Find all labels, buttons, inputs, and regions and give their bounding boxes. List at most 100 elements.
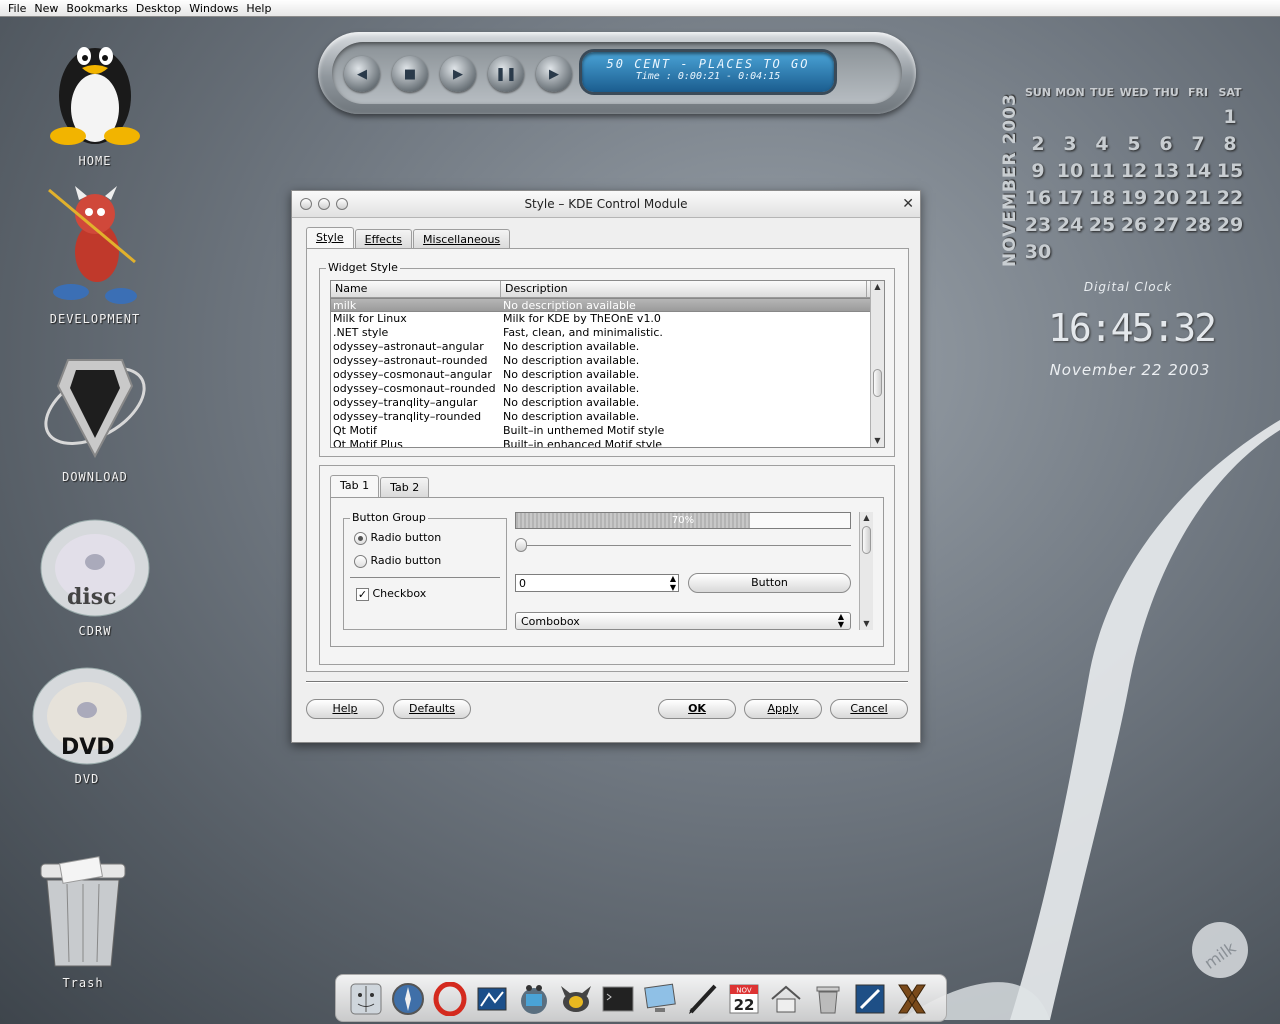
calendar-day[interactable]: 29 [1214,214,1246,241]
calendar-day[interactable]: 5 [1118,133,1150,160]
calendar-day[interactable]: 22 [1214,187,1246,214]
menu-windows[interactable]: Windows [185,2,242,15]
dialog-titlebar[interactable]: Style – KDE Control Module ✕ [292,191,920,218]
desktop-icon-home[interactable]: HOME [30,26,160,168]
scroll-up-icon[interactable]: ▲ [871,281,884,293]
list-item[interactable]: odyssey–astronaut–angular No description … [331,340,884,354]
menu-help[interactable]: Help [242,2,275,15]
calendar-day[interactable]: 2 [1022,133,1054,160]
list-item[interactable]: .NET style Fast, clean, and minimalistic. [331,326,884,340]
play-button[interactable]: ▶ [440,56,476,92]
list-item[interactable]: odyssey–tranqlity–angular No description … [331,396,884,410]
calendar-day[interactable] [1022,106,1054,133]
slider-handle[interactable] [515,538,527,552]
menu-file[interactable]: File [4,2,30,15]
calendar-day[interactable]: 19 [1118,187,1150,214]
calendar-day[interactable] [1086,241,1118,268]
menu-bookmarks[interactable]: Bookmarks [62,2,131,15]
preview-scrollbar[interactable]: ▲ ▼ [859,512,873,630]
calendar-day[interactable]: 17 [1054,187,1086,214]
calendar-day[interactable]: 18 [1086,187,1118,214]
desktop-icon-cdrw[interactable]: disc CDRW [30,518,160,638]
tab-1[interactable]: Tab 1 [330,475,380,497]
calendar-day[interactable]: 10 [1054,160,1086,187]
calendar-day[interactable]: 23 [1022,214,1054,241]
calendar-day[interactable] [1086,106,1118,133]
calendar-day[interactable]: 27 [1150,214,1182,241]
calendar-day[interactable]: 11 [1086,160,1118,187]
calendar-day[interactable]: 9 [1022,160,1054,187]
list-item[interactable]: milk No description available [331,298,884,312]
list-item[interactable]: odyssey–cosmonaut–rounded No description … [331,382,884,396]
calendar-day[interactable]: 25 [1086,214,1118,241]
calendar-day[interactable]: 21 [1182,187,1214,214]
calendar-day[interactable]: 7 [1182,133,1214,160]
prev-button[interactable]: ◀ [344,56,380,92]
listview-scrollbar[interactable]: ▲ ▼ [870,281,884,447]
kde-control-icon[interactable] [852,981,888,1017]
list-item[interactable]: odyssey–tranqlity–rounded No description … [331,410,884,424]
calendar-day[interactable] [1150,241,1182,268]
calendar-day[interactable]: 1 [1214,106,1246,133]
preview-button[interactable]: Button [688,573,851,593]
gimp-icon[interactable] [558,981,594,1017]
spin-box[interactable]: 0 ▲ ▼ [515,574,679,592]
tab-style[interactable]: Style [306,227,354,249]
menu-desktop[interactable]: Desktop [132,2,185,15]
monitor-icon[interactable] [642,981,678,1017]
combobox[interactable]: Combobox ▲ ▼ [515,612,851,630]
list-item[interactable]: Milk for Linux Milk for KDE by ThEOnE v1.… [331,312,884,326]
calendar-day[interactable]: 20 [1150,187,1182,214]
scrollbar-thumb[interactable] [862,526,871,554]
radio-button-1[interactable]: Radio button [354,531,441,545]
pen-icon[interactable] [684,981,720,1017]
column-header-description[interactable]: Description [501,281,867,297]
calendar-day[interactable] [1054,241,1086,268]
home-icon[interactable] [768,981,804,1017]
x11-icon[interactable] [894,981,930,1017]
calendar-day[interactable]: 15 [1214,160,1246,187]
calendar-day[interactable]: 14 [1182,160,1214,187]
calendar-day[interactable] [1118,241,1150,268]
style-listview[interactable]: Name Description milk No description avai… [330,280,885,448]
column-header-name[interactable]: Name [331,281,501,297]
list-item[interactable]: odyssey–astronaut–rounded No description … [331,354,884,368]
spin-arrows-icon[interactable]: ▲ ▼ [670,574,676,592]
calendar-day[interactable]: 3 [1054,133,1086,160]
tab-2[interactable]: Tab 2 [380,477,430,497]
slider-track[interactable] [515,545,851,546]
checkbox[interactable]: ✓ Checkbox [356,587,426,601]
list-item[interactable]: odyssey–cosmonaut–angular No description … [331,368,884,382]
calendar-day[interactable]: 24 [1054,214,1086,241]
scroll-down-icon[interactable]: ▼ [860,618,873,630]
radio-button-2[interactable]: Radio button [354,554,441,568]
tab-effects[interactable]: Effects [354,229,413,249]
calendar-day[interactable] [1054,106,1086,133]
calendar-day[interactable]: 6 [1150,133,1182,160]
calendar-day[interactable]: 13 [1150,160,1182,187]
calendar-day[interactable] [1150,106,1182,133]
list-item[interactable]: Qt Motif Built–in unthemed Motif style [331,424,884,438]
mail-icon[interactable] [516,981,552,1017]
defaults-button[interactable]: Defaults [393,699,471,719]
calendar-day[interactable]: 8 [1214,133,1246,160]
ok-button[interactable]: OK [658,699,736,719]
calendar-day[interactable]: 26 [1118,214,1150,241]
next-button[interactable]: ▶ [536,56,572,92]
menu-new[interactable]: New [30,2,62,15]
finder-icon[interactable] [348,981,384,1017]
calendar-day[interactable] [1182,241,1214,268]
safari-icon[interactable] [390,981,426,1017]
desktop-icon-development[interactable]: DEVELOPMENT [30,182,160,326]
calendar-day[interactable]: 12 [1118,160,1150,187]
calendar-day[interactable] [1118,106,1150,133]
terminal-icon[interactable] [600,981,636,1017]
help-button[interactable]: Help [306,699,384,719]
stop-button[interactable]: ■ [392,56,428,92]
konqueror-icon[interactable] [474,981,510,1017]
apply-button[interactable]: Apply [744,699,822,719]
calendar-icon[interactable]: NOV 22 [726,981,762,1017]
calendar-day[interactable] [1182,106,1214,133]
close-icon[interactable]: ✕ [902,196,914,212]
calendar-day[interactable]: 16 [1022,187,1054,214]
